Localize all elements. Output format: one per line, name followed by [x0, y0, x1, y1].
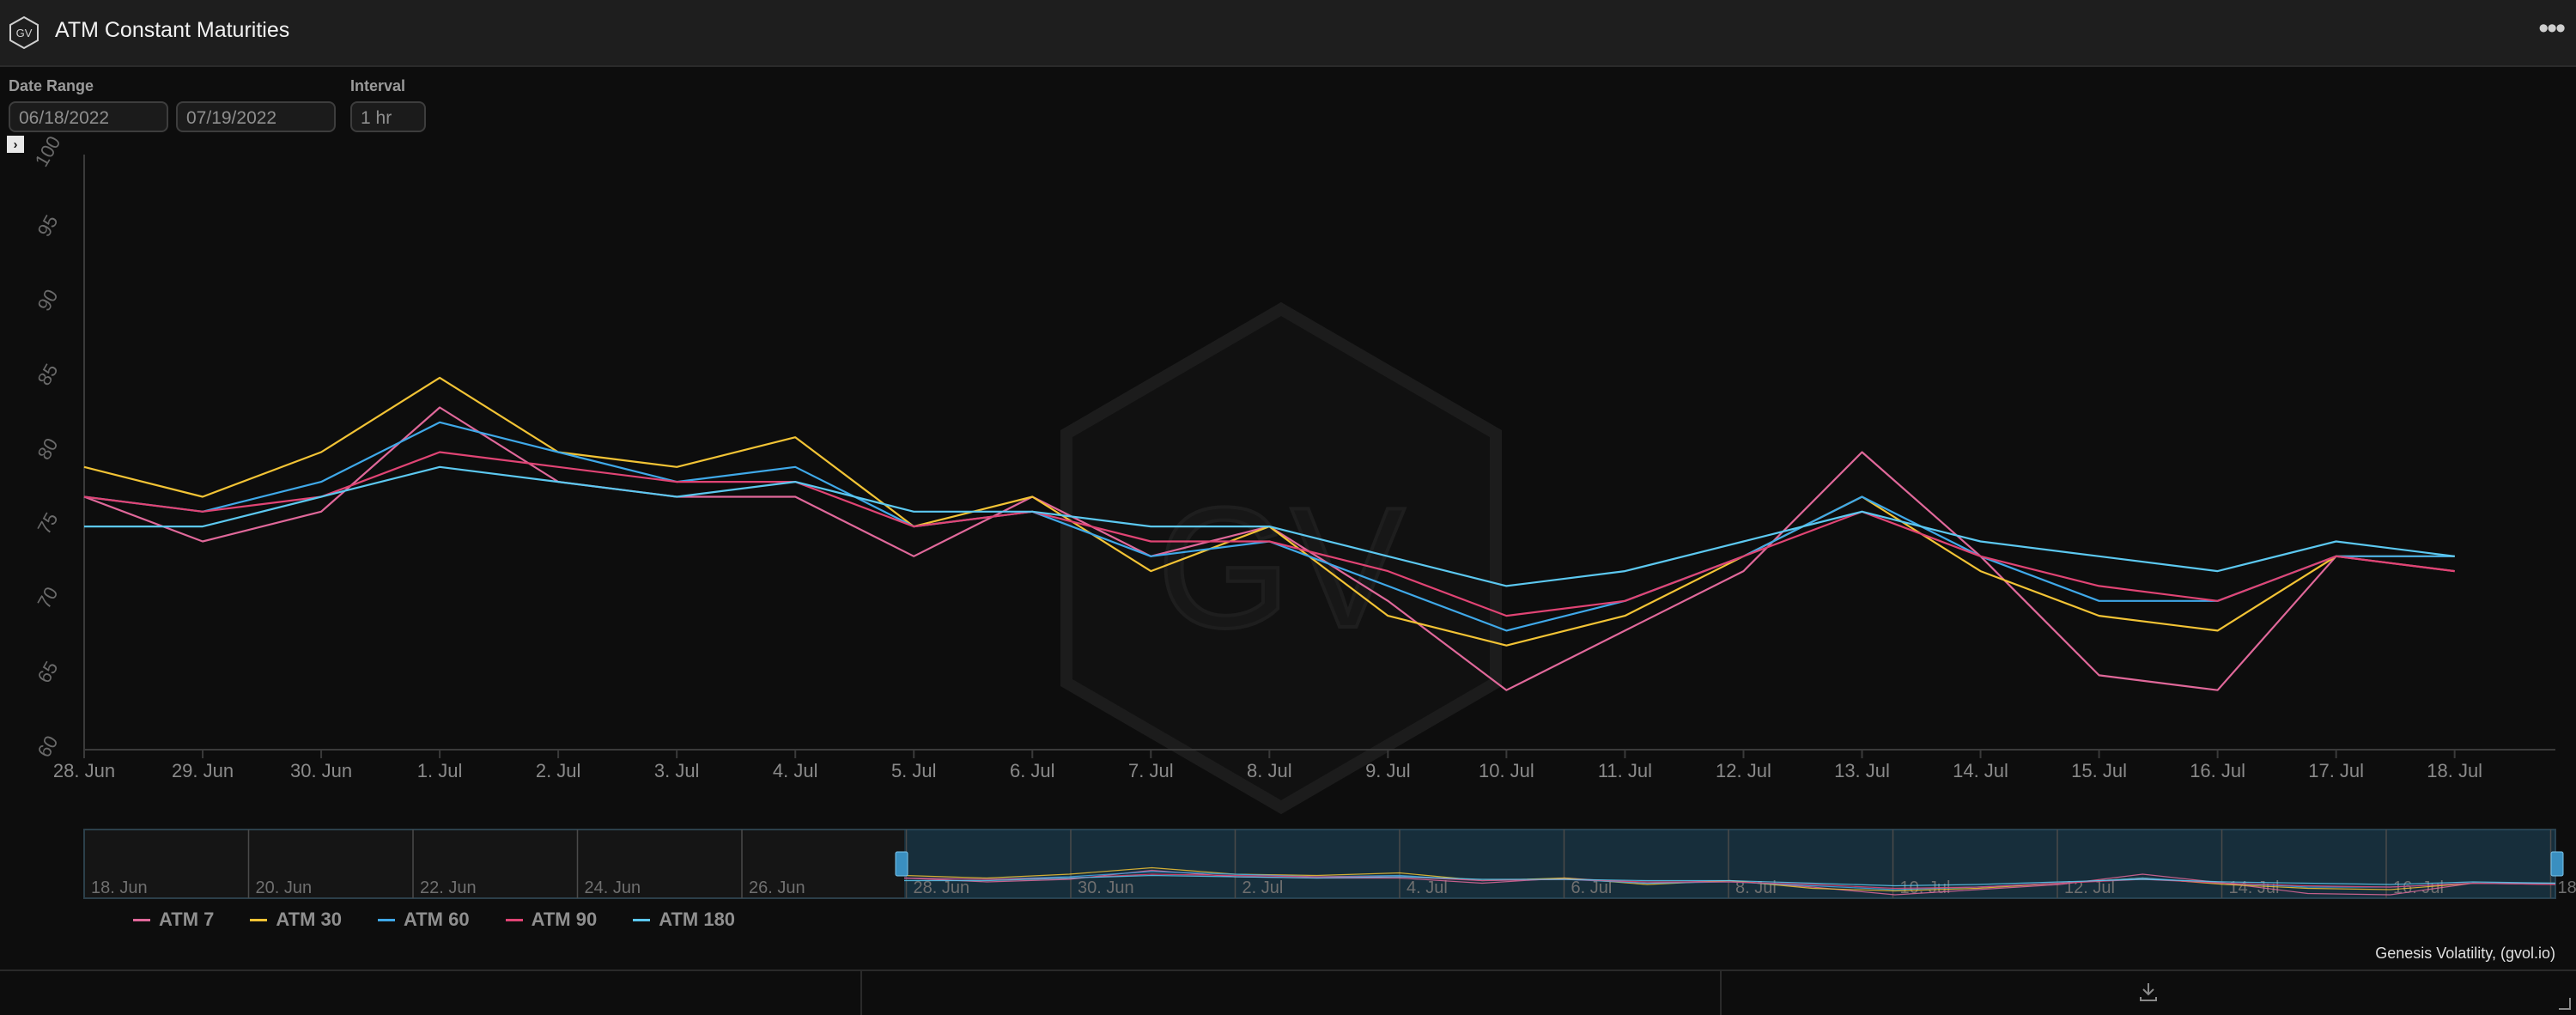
legend-swatch	[506, 919, 523, 921]
y-tick-label: 100	[30, 132, 64, 170]
legend-swatch	[250, 919, 267, 921]
navigator-label: 18	[2558, 878, 2576, 897]
x-tick-label: 3. Jul	[654, 760, 700, 781]
y-tick-label: 80	[33, 435, 63, 464]
legend-label: ATM 90	[532, 909, 598, 931]
navigator-label: 22. Jun	[420, 878, 477, 897]
y-tick-label: 65	[33, 658, 63, 687]
navigator-label: 4. Jul	[1406, 878, 1448, 897]
resize-handle-icon[interactable]	[2559, 998, 2571, 1010]
x-tick-label: 15. Jul	[2071, 760, 2127, 781]
legend-swatch	[378, 919, 395, 921]
navigator-label: 24. Jun	[585, 878, 641, 897]
x-tick-label: 29. Jun	[172, 760, 234, 781]
navigator-left-handle[interactable]	[896, 852, 908, 876]
legend-item-atm-60[interactable]: ATM 60	[378, 907, 470, 933]
x-tick-label: 11. Jul	[1598, 760, 1652, 781]
x-tick-label: 12. Jul	[1716, 760, 1771, 781]
navigator-label: 2. Jul	[1242, 878, 1284, 897]
chart-credit: Genesis Volatility, (gvol.io)	[2375, 945, 2555, 963]
interval-label: Interval	[350, 77, 405, 95]
legend-item-atm-7[interactable]: ATM 7	[133, 907, 214, 933]
x-tick-label: 14. Jul	[1953, 760, 2008, 781]
navigator-label: 14. Jul	[2229, 878, 2280, 897]
legend-swatch	[133, 919, 150, 921]
y-tick-label: 90	[33, 286, 63, 315]
legend-item-atm-30[interactable]: ATM 30	[250, 907, 342, 933]
x-tick-label: 2. Jul	[536, 760, 581, 781]
y-tick-label: 75	[33, 509, 63, 538]
x-tick-label: 1. Jul	[417, 760, 463, 781]
legend-label: ATM 60	[404, 909, 470, 931]
legend-swatch	[633, 919, 650, 921]
x-tick-label: 6. Jul	[1010, 760, 1055, 781]
x-tick-label: 10. Jul	[1479, 760, 1534, 781]
legend-label: ATM 7	[159, 909, 214, 931]
x-tick-label: 9. Jul	[1365, 760, 1411, 781]
footer-bar	[0, 969, 2576, 1015]
navigator-label: 30. Jun	[1078, 878, 1134, 897]
footer-divider	[860, 971, 862, 1015]
y-tick-label: 85	[33, 360, 63, 389]
x-tick-label: 17. Jul	[2308, 760, 2364, 781]
title-bar: GV ATM Constant Maturities •••	[0, 0, 2576, 67]
footer-divider	[1720, 971, 1722, 1015]
start-date-input[interactable]: 06/18/2022	[9, 101, 168, 132]
navigator-label: 20. Jun	[256, 878, 313, 897]
x-tick-label: 18. Jul	[2427, 760, 2482, 781]
download-icon[interactable]	[2136, 980, 2160, 1004]
navigator-right-handle[interactable]	[2551, 852, 2563, 876]
y-tick-label: 95	[33, 211, 63, 240]
date-range-label: Date Range	[9, 77, 94, 95]
legend-label: ATM 180	[659, 909, 735, 931]
x-tick-label: 30. Jun	[290, 760, 352, 781]
x-tick-label: 13. Jul	[1834, 760, 1890, 781]
svg-text:GV: GV	[16, 27, 33, 40]
navigator-label: 18. Jun	[91, 878, 148, 897]
y-tick-label: 70	[33, 583, 63, 612]
x-tick-label: 4. Jul	[773, 760, 818, 781]
window-title: ATM Constant Maturities	[55, 18, 289, 43]
gv-logo-icon: GV	[7, 15, 41, 50]
navigator-label: 28. Jun	[914, 878, 970, 897]
navigator[interactable]: 18. Jun 20. Jun 22. Jun 24. Jun 26. Jun 28. J…	[84, 830, 2576, 898]
svg-text:›: ›	[14, 137, 18, 152]
legend-item-atm-90[interactable]: ATM 90	[506, 907, 598, 933]
end-date-input[interactable]: 07/19/2022	[176, 101, 336, 132]
more-horizontal-icon[interactable]: •••	[2538, 12, 2564, 46]
chart-legend: ATM 7 ATM 30 ATM 60 ATM 90 ATM 180	[133, 907, 735, 933]
x-tick-label: 5. Jul	[891, 760, 937, 781]
x-tick-label: 8. Jul	[1247, 760, 1292, 781]
x-tick-label: 7. Jul	[1128, 760, 1174, 781]
x-tick-label: 16. Jul	[2190, 760, 2245, 781]
x-tick-label: 28. Jun	[53, 760, 115, 781]
svg-text:GV: GV	[1157, 472, 1406, 664]
legend-item-atm-180[interactable]: ATM 180	[633, 907, 735, 933]
legend-label: ATM 30	[276, 909, 342, 931]
y-tick-label: 60	[33, 732, 63, 761]
chart-area: GV 60 65 70 75 80 85 90 95 100 28. Jun 29. Jun 30. …	[0, 129, 2576, 902]
interval-select[interactable]: 1 hr	[350, 101, 426, 132]
navigator-label: 26. Jun	[749, 878, 805, 897]
